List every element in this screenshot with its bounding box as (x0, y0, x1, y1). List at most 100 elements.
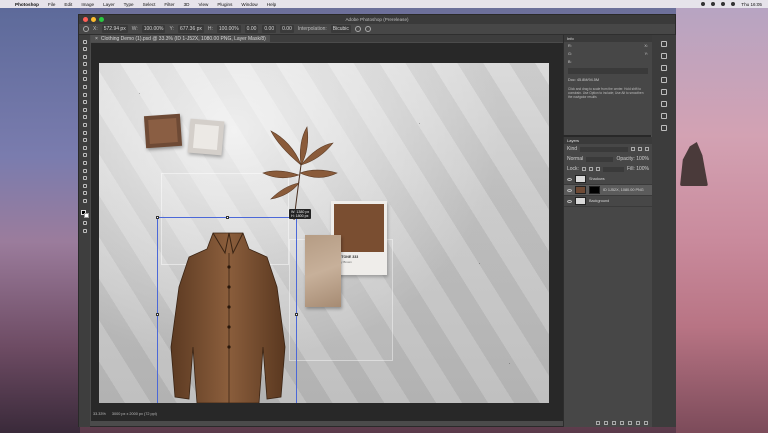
frame-tool-icon[interactable] (82, 77, 88, 82)
filter-pixel-icon[interactable] (631, 147, 635, 151)
menu-edit[interactable]: Edit (64, 2, 72, 7)
transform-handle[interactable] (226, 216, 229, 219)
wifi-icon[interactable] (711, 2, 716, 6)
status-icon[interactable] (701, 2, 706, 6)
lock-all-icon[interactable] (595, 167, 600, 171)
add-mask-icon[interactable] (612, 421, 616, 425)
lock-pixels-icon[interactable] (581, 167, 586, 171)
crop-tool-icon[interactable] (82, 69, 88, 74)
layers-panel-title[interactable]: Layers (567, 138, 579, 143)
color-swatches[interactable] (80, 210, 89, 219)
type-tool-icon[interactable] (82, 161, 88, 166)
layer-style-icon[interactable] (604, 421, 608, 425)
transform-handle[interactable] (156, 216, 159, 219)
filter-type-icon[interactable] (645, 147, 649, 151)
link-layers-icon[interactable] (596, 421, 600, 425)
layer-row[interactable]: Shadows (564, 174, 652, 185)
interpolation-select[interactable]: Bicubic (330, 25, 351, 33)
control-center-icon[interactable] (731, 2, 736, 6)
layers-filter-field[interactable] (580, 146, 628, 152)
properties-panel-icon[interactable] (661, 101, 667, 107)
screen-mode-icon[interactable] (82, 228, 88, 233)
filter-adjust-icon[interactable] (638, 147, 642, 151)
swatches-panel-icon[interactable] (661, 65, 667, 71)
color-panel-icon[interactable] (661, 53, 667, 59)
healing-brush-tool-icon[interactable] (82, 92, 88, 97)
more-tools-icon[interactable] (82, 198, 88, 203)
angle-field[interactable]: 0.00 (244, 25, 259, 33)
transform-bounding-box[interactable] (156, 216, 298, 403)
commit-transform-icon[interactable] (364, 26, 371, 32)
zoom-window-button[interactable] (99, 17, 104, 22)
history-brush-tool-icon[interactable] (82, 115, 88, 120)
history-panel-icon[interactable] (661, 41, 667, 47)
transform-handle[interactable] (156, 313, 159, 316)
path-select-tool-icon[interactable] (82, 168, 88, 173)
x-field[interactable]: 572.94 px (101, 25, 128, 33)
y-field[interactable]: 677.36 px (177, 25, 204, 33)
layer-name[interactable]: Background (589, 199, 609, 203)
opacity-field[interactable]: Opacity: 100% (616, 156, 649, 162)
layer-mask-thumbnail[interactable] (589, 186, 600, 194)
marquee-tool-icon[interactable] (82, 47, 88, 52)
layer-row[interactable]: Background (564, 196, 652, 207)
menu-app-name[interactable]: Photoshop (15, 2, 39, 7)
search-icon[interactable] (721, 2, 726, 6)
eye-icon[interactable] (567, 177, 572, 181)
document-tab[interactable]: × Clothing Demo (1).psd @ 33.3% (ID 1-J5… (91, 35, 270, 42)
eye-icon[interactable] (567, 199, 572, 203)
lasso-tool-icon[interactable] (82, 54, 88, 59)
menu-select[interactable]: Select (143, 2, 156, 7)
h-field[interactable]: 100.00% (216, 25, 241, 33)
layer-name[interactable]: ID 1J52X, 1080.00 PNG (603, 188, 644, 192)
blur-tool-icon[interactable] (82, 138, 88, 143)
menu-file[interactable]: File (48, 2, 55, 7)
quick-select-tool-icon[interactable] (82, 62, 88, 67)
menu-image[interactable]: Image (81, 2, 94, 7)
menu-type[interactable]: Type (124, 2, 134, 7)
document-canvas[interactable]: PANTONE 333 Tawny Brown W: 1380 px H: 18… (99, 63, 549, 403)
menubar-clock[interactable]: Thu 16:05 (741, 2, 762, 7)
zoom-tool-icon[interactable] (82, 191, 88, 196)
hand-tool-icon[interactable] (82, 183, 88, 188)
menu-layer[interactable]: Layer (103, 2, 115, 7)
new-group-icon[interactable] (628, 421, 632, 425)
brush-tool-icon[interactable] (82, 100, 88, 105)
tab-close-icon[interactable]: × (95, 36, 98, 42)
pen-tool-icon[interactable] (82, 153, 88, 158)
document-size[interactable]: 3000 px x 2000 px (72 ppi) (112, 412, 157, 416)
close-window-button[interactable] (83, 17, 88, 22)
w-field[interactable]: 100.00% (141, 25, 166, 33)
lock-position-icon[interactable] (588, 167, 593, 171)
menu-window[interactable]: Window (241, 2, 257, 7)
transform-handle[interactable] (295, 313, 298, 316)
channels-panel-icon[interactable] (661, 113, 667, 119)
zoom-level[interactable]: 33.33% (93, 412, 106, 416)
layer-name[interactable]: Shadows (589, 177, 605, 181)
menu-3d[interactable]: 3D (184, 2, 190, 7)
minimize-window-button[interactable] (91, 17, 96, 22)
v-skew-field[interactable]: 0.00 (280, 25, 294, 33)
menu-view[interactable]: View (198, 2, 208, 7)
cancel-transform-icon[interactable] (354, 26, 361, 32)
gradient-tool-icon[interactable] (82, 130, 88, 135)
shape-tool-icon[interactable] (82, 176, 88, 181)
quick-mask-icon[interactable] (82, 221, 88, 226)
dodge-tool-icon[interactable] (82, 145, 88, 150)
background-color-swatch[interactable] (83, 213, 89, 219)
fill-field[interactable]: Fill: 100% (627, 166, 649, 172)
eraser-tool-icon[interactable] (82, 123, 88, 128)
h-skew-field[interactable]: 0.00 (262, 25, 277, 33)
eyedropper-tool-icon[interactable] (82, 85, 88, 90)
adjustment-layer-icon[interactable] (620, 421, 624, 425)
info-panel-title[interactable]: Info (567, 36, 574, 41)
menu-plugins[interactable]: Plugins (217, 2, 232, 7)
new-layer-icon[interactable] (636, 421, 640, 425)
clone-stamp-tool-icon[interactable] (82, 107, 88, 112)
menu-filter[interactable]: Filter (164, 2, 174, 7)
libraries-panel-icon[interactable] (661, 89, 667, 95)
move-tool-icon[interactable] (82, 39, 88, 44)
adjustments-panel-icon[interactable] (661, 77, 667, 83)
menu-help[interactable]: Help (267, 2, 276, 7)
layers-kind-filter[interactable]: Kind (567, 146, 577, 152)
